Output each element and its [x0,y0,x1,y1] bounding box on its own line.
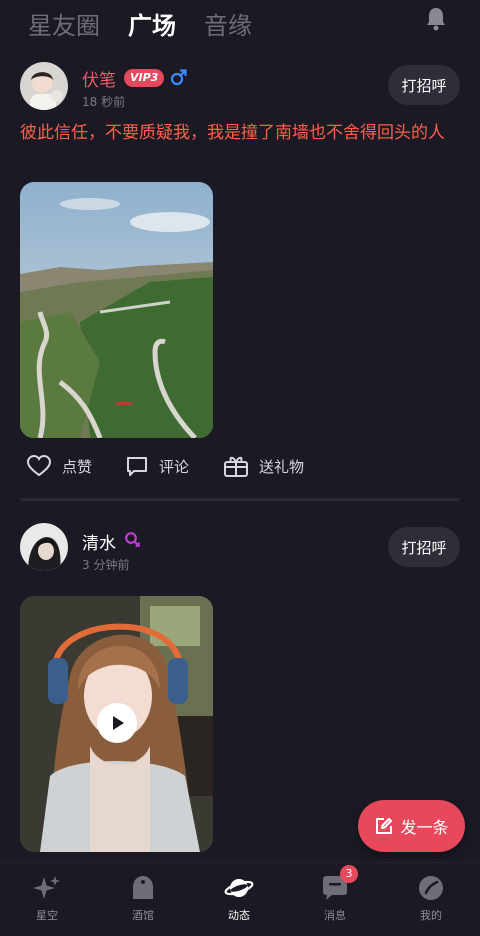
bottom-nav: 星空 酒馆 动态 3 消息 我的 [0,862,480,936]
nav-label: 星空 [36,909,58,922]
gift-label: 送礼物 [259,457,305,476]
comment-label: 评论 [159,457,190,476]
like-button[interactable]: 点赞 [26,452,92,480]
greet-button[interactable]: 打招呼 [388,527,460,567]
sparkle-icon [33,876,60,899]
greet-button[interactable]: 打招呼 [388,65,460,105]
nav-item-starry[interactable]: 星空 [17,873,77,923]
comment-icon [127,457,147,476]
female-icon [125,532,141,548]
post-time: 18 秒前 [82,95,126,109]
post-text: 彼此信任，不要质疑我，我是撞了南墙也不舍得回头的人 [20,123,445,143]
tab-star-circle[interactable]: 星友圈 [28,6,100,41]
nav-label: 我的 [420,909,442,922]
post-divider [20,498,460,501]
profile-icon [419,876,443,900]
nav-item-tavern[interactable]: 酒馆 [113,873,173,923]
top-tab-bar: 星友圈 广场 音缘 [0,0,480,46]
post-time: 3 分钟前 [82,558,130,572]
tab-voice-match[interactable]: 音缘 [204,6,252,41]
new-post-button[interactable]: 发一条 [358,800,465,852]
unread-badge: 3 [340,865,358,883]
username[interactable]: 清水 [82,529,116,554]
nav-item-moments[interactable]: 动态 [209,873,269,923]
vip-badge: VIP3 [124,69,165,87]
edit-icon [376,818,393,834]
nav-item-messages[interactable]: 3 消息 [305,865,365,923]
tavern-icon [133,876,153,899]
tab-square[interactable]: 广场 [128,6,176,41]
avatar[interactable] [20,62,68,110]
post-photo[interactable] [20,182,213,438]
like-label: 点赞 [62,457,93,476]
post-video[interactable] [20,596,213,852]
male-icon [170,69,187,86]
nav-label: 消息 [324,909,346,922]
heart-icon [26,454,52,477]
play-icon[interactable] [97,703,137,743]
nav-item-profile[interactable]: 我的 [401,873,461,923]
comment-button[interactable]: 评论 [125,452,189,480]
nav-label: 酒馆 [132,909,154,922]
gift-icon [224,456,248,477]
planet-icon [224,879,254,897]
avatar[interactable] [20,523,68,571]
username[interactable]: 伏笔 [82,66,116,91]
gift-button[interactable]: 送礼物 [223,452,304,480]
new-post-label: 发一条 [400,818,449,837]
nav-label: 动态 [228,909,250,922]
bell-icon[interactable] [424,6,448,32]
